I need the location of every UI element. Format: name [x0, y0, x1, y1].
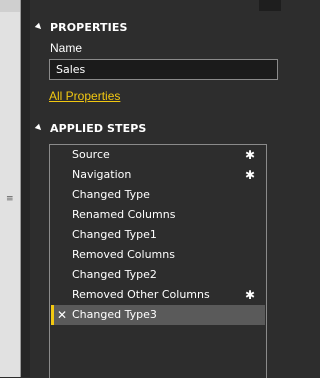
- triangle-collapse-icon[interactable]: [34, 123, 44, 133]
- applied-steps-header-label: APPLIED STEPS: [50, 122, 147, 135]
- step-item-navigation[interactable]: Navigation ✱: [51, 165, 265, 185]
- step-label: Changed Type3: [72, 308, 157, 321]
- step-item-changed-type2[interactable]: Changed Type2: [51, 265, 265, 285]
- gear-icon[interactable]: ✱: [243, 145, 257, 165]
- step-label: Source: [72, 148, 110, 161]
- step-label: Removed Columns: [72, 248, 175, 261]
- step-label: Removed Other Columns: [72, 288, 210, 301]
- gear-icon[interactable]: ✱: [243, 165, 257, 185]
- step-label: Changed Type2: [72, 268, 157, 281]
- left-strip-top: [0, 0, 20, 12]
- name-label: Name: [50, 41, 83, 55]
- gear-icon[interactable]: ✱: [243, 285, 257, 305]
- grip-handle-icon[interactable]: ≡: [6, 195, 14, 204]
- applied-steps-header[interactable]: APPLIED STEPS: [34, 122, 147, 136]
- step-label: Changed Type1: [72, 228, 157, 241]
- step-label: Navigation: [72, 168, 132, 181]
- properties-header-label: PROPERTIES: [50, 21, 128, 34]
- pane-splitter[interactable]: [21, 0, 30, 377]
- name-input[interactable]: Sales: [49, 59, 278, 80]
- close-icon[interactable]: ✕: [57, 305, 69, 325]
- all-properties-link[interactable]: All Properties: [49, 89, 120, 103]
- triangle-collapse-icon[interactable]: [34, 22, 44, 32]
- applied-steps-list: Source ✱ Navigation ✱ Changed Type Renam…: [49, 144, 267, 378]
- step-item-changed-type[interactable]: Changed Type: [51, 185, 265, 205]
- step-item-removed-other-columns[interactable]: Removed Other Columns ✱: [51, 285, 265, 305]
- step-item-removed-columns[interactable]: Removed Columns: [51, 245, 265, 265]
- step-label: Renamed Columns: [72, 208, 176, 221]
- step-item-changed-type1[interactable]: Changed Type1: [51, 225, 265, 245]
- step-item-source[interactable]: Source ✱: [51, 145, 265, 165]
- query-settings-pane: PROPERTIES Name Sales All Properties APP…: [30, 0, 281, 378]
- left-panel-strip: ≡: [0, 0, 21, 377]
- step-label: Changed Type: [72, 188, 150, 201]
- step-item-renamed-columns[interactable]: Renamed Columns: [51, 205, 265, 225]
- step-item-changed-type3[interactable]: ✕ Changed Type3: [51, 305, 265, 325]
- selection-marker: [51, 305, 54, 325]
- pane-top-corner: [259, 0, 281, 11]
- properties-header[interactable]: PROPERTIES: [34, 21, 128, 35]
